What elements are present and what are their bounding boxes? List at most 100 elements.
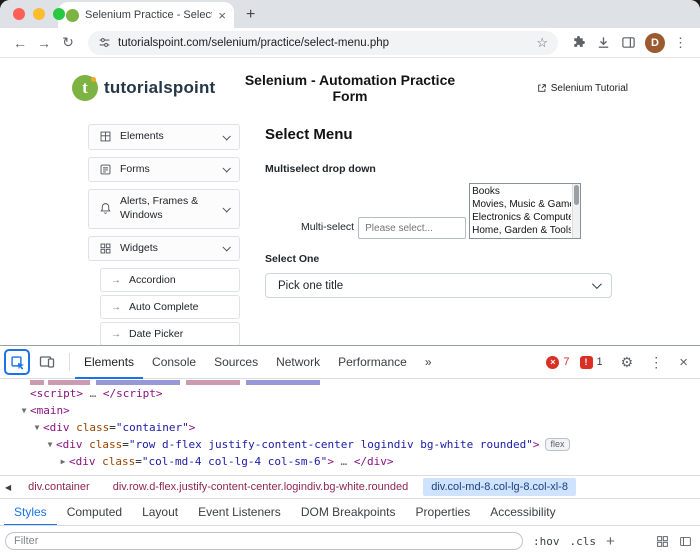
sidebar-item-widgets[interactable]: Widgets [88,236,240,262]
console-errors-icon[interactable]: × [546,356,559,369]
side-panel-icon[interactable] [616,35,641,50]
breadcrumb-scroll-left-icon[interactable]: ◀ [0,483,20,492]
sidebar-item-forms[interactable]: Forms [88,157,240,183]
arrow-right-icon: → [111,302,121,313]
profile-avatar[interactable]: D [645,33,665,53]
arrow-right-icon: → [111,329,121,340]
collapse-arrow-icon[interactable]: ▼ [31,419,43,436]
select-menu-section: Select Menu Multiselect drop down Multi-… [265,124,612,345]
bookmark-star-icon[interactable]: ☆ [536,35,548,51]
selenium-tutorial-link[interactable]: Selenium Tutorial [460,83,628,94]
multiselect-listbox[interactable]: Books Movies, Music & Games Electronics … [469,183,581,239]
styles-filter-input[interactable] [5,532,523,550]
subtab-properties[interactable]: Properties [406,499,481,526]
toolbar-divider [69,353,70,371]
subtab-event-listeners[interactable]: Event Listeners [188,499,291,526]
devtools-close-icon[interactable]: × [673,354,694,371]
devtools-tab-sources[interactable]: Sources [205,346,267,379]
tab-close-icon[interactable]: × [218,9,226,22]
back-icon[interactable]: ← [8,35,32,51]
dom-node-main[interactable]: ▼<main> [0,402,700,419]
chevron-down-icon [592,279,602,289]
chevron-down-icon [222,165,230,173]
breadcrumb-selected-col[interactable]: div.col-md-8.col-lg-8.col-xl-8 [423,478,576,496]
new-tab-button[interactable]: + [246,7,255,23]
minimize-window-button[interactable] [33,8,45,20]
inspect-cursor-icon [10,355,25,370]
browser-tab[interactable]: Selenium Practice - Select M × [58,2,234,28]
devtools-settings-gear-icon[interactable]: ⚙ [615,354,640,371]
dom-node-row[interactable]: ▼<div class="row d-flex justify-content-… [0,436,700,453]
listbox-option[interactable]: Electronics & Computers [472,211,571,224]
sidebar-subitem-auto-complete[interactable]: → Auto Complete [100,295,240,319]
browser-menu-icon[interactable]: ⋮ [669,35,692,51]
expand-ellipsis[interactable]: … [83,387,103,400]
close-window-button[interactable] [13,8,25,20]
toggle-element-state-button[interactable]: :hov [533,535,560,548]
devtools-status-badges: × 7 ! 1 ⚙ ⋮ × [546,354,694,371]
address-bar[interactable]: tutorialspoint.com/selenium/practice/sel… [88,31,558,55]
devtools-tab-console[interactable]: Console [143,346,205,379]
collapse-arrow-icon[interactable]: ▼ [44,436,56,453]
tab-title: Selenium Practice - Select M [85,9,212,21]
pick-one-title-select[interactable]: Pick one title [265,273,612,298]
subtab-layout[interactable]: Layout [132,499,188,526]
new-style-rule-button[interactable]: + [606,534,615,549]
dom-node-script[interactable]: <script> … </script> [0,385,700,402]
sidebar-item-label: Widgets [120,242,215,256]
sidebar-item-alerts-frames-windows[interactable]: Alerts, Frames & Windows [88,189,240,228]
practice-sidebar: Elements Forms Alerts, Frames & Windows … [88,124,240,345]
toggle-classes-button[interactable]: .cls [570,535,597,548]
issues-icon[interactable]: ! [580,356,593,369]
dom-node-col[interactable]: ▶<div class="col-md-4 col-lg-4 col-sm-6"… [0,453,700,470]
listbox-option[interactable]: Movies, Music & Games [472,198,571,211]
breadcrumb-container[interactable]: div.container [20,478,98,496]
listbox-scrollbar[interactable] [572,184,580,238]
multi-select-input[interactable] [358,217,466,239]
listbox-option[interactable]: Home, Garden & Tools [472,224,571,237]
reload-icon[interactable]: ↻ [56,34,80,51]
devtools-menu-icon[interactable]: ⋮ [643,354,669,371]
site-info-icon[interactable] [98,36,111,49]
dom-node-container[interactable]: ▼<div class="container"> [0,419,700,436]
expand-ellipsis[interactable]: … [334,455,354,468]
grid-editor-icon[interactable] [656,535,669,548]
subtab-accessibility[interactable]: Accessibility [480,499,565,526]
listbox-option[interactable]: Books [472,185,571,198]
collapse-arrow-icon[interactable]: ▼ [18,402,30,419]
sidebar-item-elements[interactable]: Elements [88,124,240,150]
forward-icon[interactable]: → [32,35,56,51]
sidebar-subitem-date-picker[interactable]: → Date Picker [100,322,240,345]
devtools-panel: Elements Console Sources Network Perform… [0,345,700,556]
elements-grid-icon [99,130,112,143]
breadcrumb-row[interactable]: div.row.d-flex.justify-content-center.lo… [105,478,417,496]
tab-favicon-icon [66,9,79,22]
site-logo[interactable]: t tutorialspoint [72,75,240,101]
downloads-icon[interactable] [591,35,616,50]
chevron-down-icon [222,243,230,251]
expand-arrow-icon[interactable]: ▶ [57,453,69,470]
inspect-element-button[interactable] [4,349,30,375]
subtab-dom-breakpoints[interactable]: DOM Breakpoints [291,499,406,526]
sidebar-subitem-accordion[interactable]: → Accordion [100,268,240,292]
flex-badge[interactable]: flex [545,438,569,451]
device-toolbar-icon[interactable] [34,354,60,370]
issue-count[interactable]: 1 [597,356,603,368]
bell-icon [99,202,112,215]
devtools-tab-network[interactable]: Network [267,346,329,379]
more-tabs-icon[interactable]: » [416,346,441,379]
zoom-window-button[interactable] [53,8,65,20]
extensions-puzzle-icon[interactable] [566,35,591,50]
select-value: Pick one title [278,280,343,292]
error-count[interactable]: 7 [563,356,569,368]
url-text[interactable]: tutorialspoint.com/selenium/practice/sel… [118,37,529,49]
devtools-tab-elements[interactable]: Elements [75,346,143,379]
dock-panel-icon[interactable] [679,535,692,548]
subtab-styles[interactable]: Styles [4,499,57,526]
sidebar-item-label: Forms [120,163,215,177]
sidebar-subitem-label: Date Picker [129,328,183,340]
window-controls [13,8,65,20]
dom-tree: <script> … </script> ▼<main> ▼<div class… [0,379,700,475]
devtools-tab-performance[interactable]: Performance [329,346,416,379]
subtab-computed[interactable]: Computed [57,499,132,526]
